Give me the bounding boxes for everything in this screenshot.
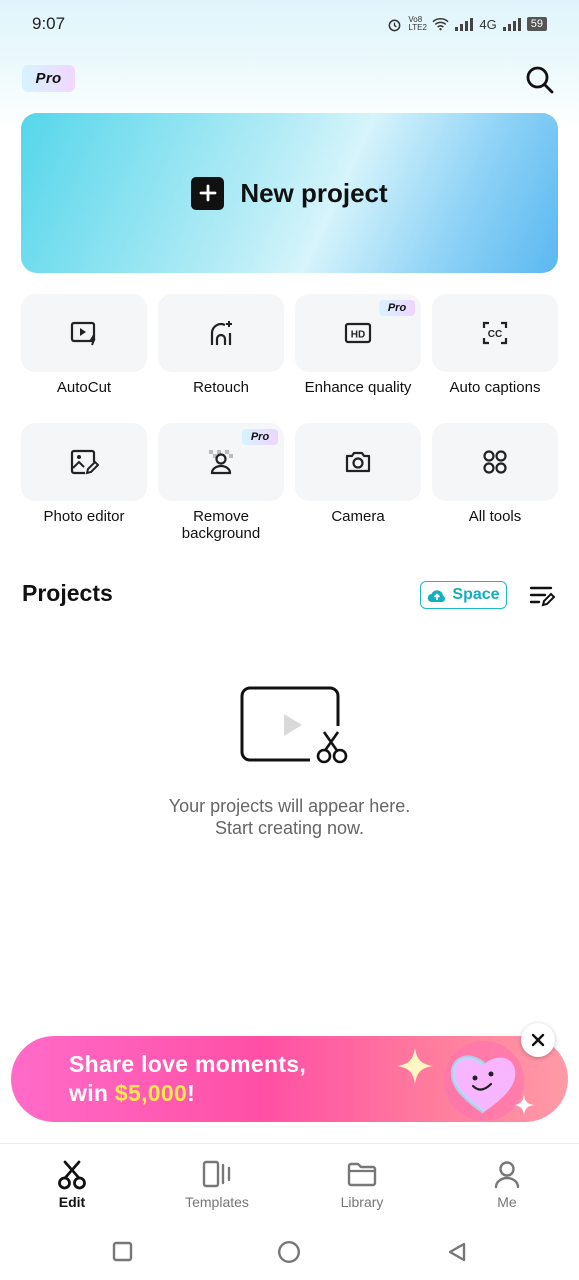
retouch-icon: [210, 321, 232, 345]
battery-indicator: 59: [526, 17, 547, 31]
empty-projects-icon: [240, 686, 348, 764]
close-icon: [531, 1033, 545, 1047]
search-icon: [526, 66, 554, 94]
promo-close-button[interactable]: [521, 1023, 555, 1057]
grid-icon: [483, 450, 507, 474]
promo-banner[interactable]: Share love moments, win $5,000!: [11, 1036, 568, 1122]
tool-photo-editor[interactable]: Photo editor: [21, 423, 147, 525]
status-icons: Vo8 LTE2 4G 59: [387, 16, 547, 32]
pro-badge[interactable]: Pro: [22, 65, 75, 92]
svg-text:HD: HD: [351, 330, 365, 341]
photo-editor-icon: [70, 449, 99, 475]
camera-icon: [345, 451, 371, 473]
manage-projects-button[interactable]: [529, 584, 556, 608]
plus-icon: [191, 176, 225, 210]
bottom-nav: Edit Templates Library Me: [0, 1143, 579, 1219]
sparkle-icon: [397, 1048, 433, 1084]
system-navigation-bar: [0, 1220, 579, 1280]
nav-templates[interactable]: Templates: [162, 1158, 272, 1210]
templates-icon: [202, 1160, 231, 1188]
search-button[interactable]: [524, 64, 556, 96]
home-button[interactable]: [277, 1240, 301, 1264]
remove-background-icon: [209, 450, 233, 475]
volte-label: Vo8 LTE2: [408, 15, 427, 32]
pro-tag: Pro: [379, 300, 415, 316]
person-icon: [494, 1161, 520, 1189]
signal-icon-2: [502, 17, 521, 31]
nav-library[interactable]: Library: [307, 1158, 417, 1210]
nav-me[interactable]: Me: [452, 1158, 562, 1210]
empty-line-2: Start creating now.: [214, 818, 365, 838]
promo-amount: $5,000: [114, 1080, 188, 1106]
promo-line-2-suffix: !: [187, 1080, 196, 1106]
space-label: Space: [452, 586, 500, 603]
space-button[interactable]: Space: [420, 581, 507, 609]
tool-enhance-quality[interactable]: Pro HD Enhance quality: [295, 294, 421, 396]
status-time: 9:07: [32, 14, 66, 33]
tool-autocut[interactable]: AutoCut: [21, 294, 147, 396]
signal-icon-1: [455, 17, 474, 31]
tool-camera[interactable]: Camera: [295, 423, 421, 525]
tool-retouch[interactable]: Retouch: [158, 294, 284, 396]
back-button[interactable]: [446, 1241, 468, 1263]
empty-line-1: Your projects will appear here.: [168, 796, 411, 816]
projects-title: Projects: [22, 580, 113, 606]
alarm-icon: [389, 19, 401, 31]
status-bar: 9:07 Vo8 LTE2 4G 59: [0, 0, 579, 48]
pro-tag: Pro: [242, 429, 278, 445]
hd-icon: HD: [344, 322, 372, 344]
svg-text:CC: CC: [488, 329, 502, 340]
list-edit-icon: [529, 586, 556, 607]
autocut-icon: [70, 321, 96, 346]
scissors-icon: [58, 1160, 86, 1190]
empty-projects-message: Your projects will appear here. Start cr…: [0, 795, 579, 839]
heart-mascot-icon: [444, 1041, 524, 1121]
new-project-label: New project: [240, 177, 388, 208]
cloud-upload-icon: [428, 590, 446, 603]
tool-auto-captions[interactable]: CC Auto captions: [432, 294, 558, 396]
recent-apps-button[interactable]: [112, 1241, 133, 1262]
tool-remove-background[interactable]: Pro Remove background: [158, 423, 284, 542]
promo-text: Share love moments, win $5,000!: [69, 1050, 306, 1108]
promo-line-1: Share love moments,: [69, 1051, 307, 1077]
network-label: 4G: [479, 16, 497, 32]
folder-icon: [347, 1162, 377, 1187]
captions-icon: CC: [482, 321, 508, 345]
new-project-button[interactable]: New project: [21, 113, 558, 273]
tool-all-tools[interactable]: All tools: [432, 423, 558, 525]
nav-edit[interactable]: Edit: [17, 1158, 127, 1210]
promo-line-2-prefix: win: [69, 1080, 115, 1106]
wifi-icon: [432, 18, 449, 31]
